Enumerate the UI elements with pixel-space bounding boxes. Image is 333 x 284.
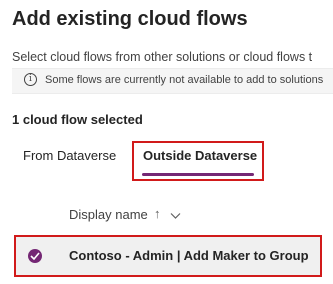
column-header-display-name[interactable]: Display name: [69, 207, 148, 222]
row-display-name: Contoso - Admin | Add Maker to Group: [69, 248, 309, 263]
selected-count: 1 cloud flow selected: [12, 112, 143, 127]
table-row[interactable]: Contoso - Admin | Add Maker to Group: [14, 235, 322, 277]
chevron-down-icon[interactable]: [170, 208, 181, 219]
row-checkmark-icon[interactable]: [28, 249, 42, 263]
dialog-description: Select cloud flows from other solutions …: [12, 50, 313, 64]
dialog-title: Add existing cloud flows: [12, 8, 248, 30]
tab-from-dataverse[interactable]: From Dataverse: [23, 148, 116, 163]
tab-outside-dataverse[interactable]: Outside Dataverse: [143, 148, 257, 163]
tab-selected-indicator: [142, 173, 254, 176]
info-bar: i Some flows are currently not available…: [12, 68, 333, 94]
arrow-up-icon: ↑: [154, 206, 161, 221]
info-icon: i: [24, 73, 37, 86]
info-message: Some flows are currently not available t…: [45, 74, 324, 86]
